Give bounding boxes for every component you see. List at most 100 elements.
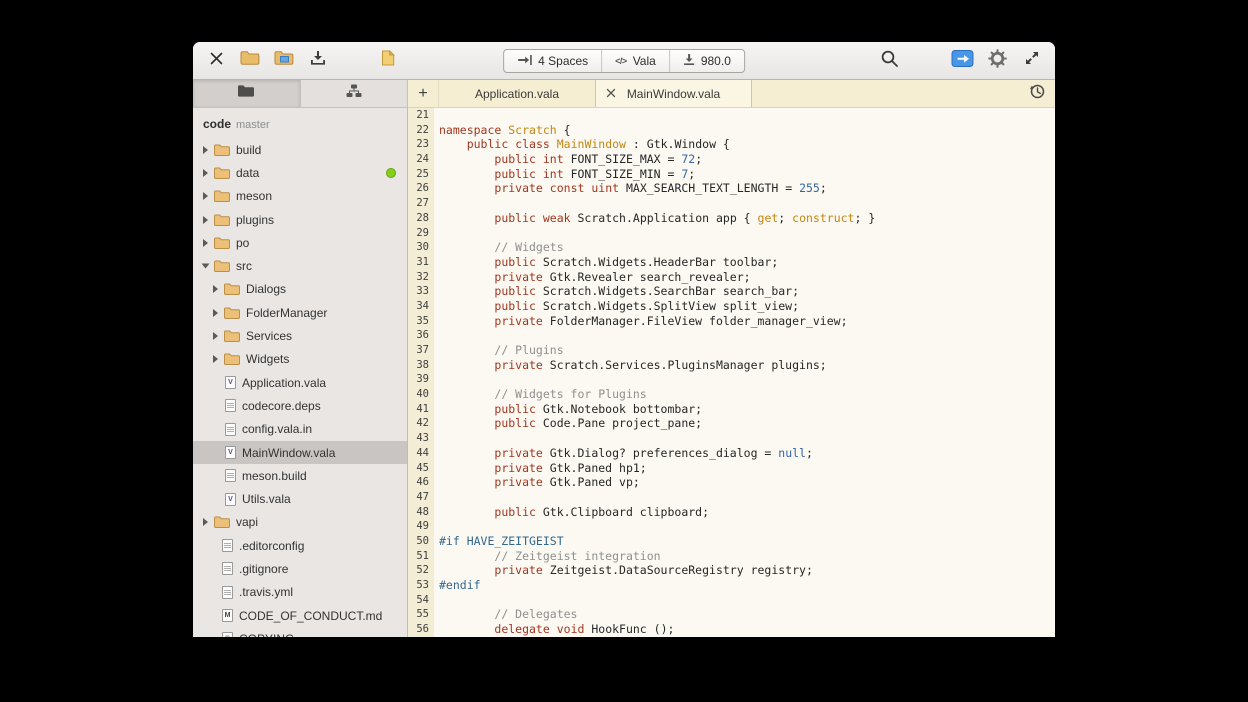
expand-arrow-icon[interactable] [213, 309, 218, 317]
goto-line-button[interactable]: 980.0 [670, 50, 744, 72]
indent-width-button[interactable]: 4 Spaces [504, 50, 602, 72]
tree-item-services[interactable]: Services [193, 324, 407, 347]
language-button[interactable]: </> Vala [602, 50, 670, 72]
tree-item--travis-yml[interactable]: .travis.yml [193, 581, 407, 604]
tree-item-config-vala-in[interactable]: config.vala.in [193, 418, 407, 441]
expand-arrow-icon[interactable] [203, 239, 208, 247]
open-file-button[interactable] [237, 48, 263, 74]
code-text [434, 490, 1055, 505]
fullscreen-button[interactable] [1019, 48, 1045, 74]
code-text: private Scratch.Services.PluginsManager … [434, 358, 1055, 373]
code-line[interactable]: 48 public Gtk.Clipboard clipboard; [408, 505, 1055, 520]
project-header[interactable]: codemaster [193, 108, 407, 138]
code-line[interactable]: 36 [408, 328, 1055, 343]
expand-arrow-icon[interactable] [213, 285, 218, 293]
close-icon [210, 52, 223, 70]
code-line[interactable]: 54 [408, 593, 1055, 608]
close-window-button[interactable] [203, 48, 229, 74]
tab-application-vala[interactable]: Application.vala [438, 80, 595, 107]
tree-item-widgets[interactable]: Widgets [193, 348, 407, 371]
code-area[interactable]: 2122namespace Scratch {23 public class M… [408, 108, 1055, 637]
tree-item-utils-vala[interactable]: VUtils.vala [193, 487, 407, 510]
code-line[interactable]: 23 public class MainWindow : Gtk.Window … [408, 137, 1055, 152]
tree-item-copying[interactable]: ©COPYING [193, 627, 407, 637]
code-line[interactable]: 40 // Widgets for Plugins [408, 387, 1055, 402]
history-button[interactable] [1027, 84, 1047, 104]
code-line[interactable]: 28 public weak Scratch.Application app {… [408, 211, 1055, 226]
expand-arrow-icon[interactable] [203, 169, 208, 177]
code-line[interactable]: 26 private const uint MAX_SEARCH_TEXT_LE… [408, 181, 1055, 196]
tree-item-data[interactable]: data [193, 161, 407, 184]
folder-icon [214, 144, 230, 156]
code-line[interactable]: 43 [408, 431, 1055, 446]
code-line[interactable]: 31 public Scratch.Widgets.HeaderBar tool… [408, 255, 1055, 270]
close-tab-button[interactable] [605, 88, 617, 100]
code-line[interactable]: 25 public int FONT_SIZE_MIN = 7; [408, 167, 1055, 182]
code-line[interactable]: 41 public Gtk.Notebook bottombar; [408, 402, 1055, 417]
code-line[interactable]: 56 delegate void HookFunc (); [408, 622, 1055, 637]
code-line[interactable]: 39 [408, 372, 1055, 387]
tree-item-plugins[interactable]: plugins [193, 208, 407, 231]
code-line[interactable]: 52 private Zeitgeist.DataSourceRegistry … [408, 563, 1055, 578]
tree-item-foldermanager[interactable]: FolderManager [193, 301, 407, 324]
code-line[interactable]: 50#if HAVE_ZEITGEIST [408, 534, 1055, 549]
code-line[interactable]: 55 // Delegates [408, 607, 1055, 622]
expand-arrow-icon[interactable] [203, 518, 208, 526]
tree-item-application-vala[interactable]: VApplication.vala [193, 371, 407, 394]
tree-item-vapi[interactable]: vapi [193, 511, 407, 534]
code-line[interactable]: 33 public Scratch.Widgets.SearchBar sear… [408, 284, 1055, 299]
expand-arrow-icon[interactable] [203, 192, 208, 200]
templates-button[interactable] [375, 48, 401, 74]
share-button[interactable] [949, 48, 975, 74]
code-line[interactable]: 51 // Zeitgeist integration [408, 549, 1055, 564]
code-line[interactable]: 34 public Scratch.Widgets.SplitView spli… [408, 299, 1055, 314]
folder-icon [214, 167, 230, 179]
code-line[interactable]: 29 [408, 226, 1055, 241]
open-project-button[interactable] [271, 48, 297, 74]
code-line[interactable]: 53#endif [408, 578, 1055, 593]
line-number: 31 [408, 255, 434, 270]
code-line[interactable]: 46 private Gtk.Paned vp; [408, 475, 1055, 490]
expand-arrow-icon[interactable] [203, 146, 208, 154]
code-line[interactable]: 37 // Plugins [408, 343, 1055, 358]
tree-item--editorconfig[interactable]: .editorconfig [193, 534, 407, 557]
new-tab-button[interactable]: + [408, 80, 438, 107]
expand-arrow-icon[interactable] [213, 332, 218, 340]
code-line[interactable]: 45 private Gtk.Paned hp1; [408, 461, 1055, 476]
search-button[interactable] [876, 48, 902, 74]
tree-item-po[interactable]: po [193, 231, 407, 254]
settings-button[interactable] [984, 48, 1010, 74]
code-line[interactable]: 49 [408, 519, 1055, 534]
code-line[interactable]: 21 [408, 108, 1055, 123]
files-view-toggle[interactable] [193, 80, 300, 107]
code-line[interactable]: 24 public int FONT_SIZE_MAX = 72; [408, 152, 1055, 167]
code-line[interactable]: 30 // Widgets [408, 240, 1055, 255]
language-label: Vala [633, 54, 656, 68]
code-text: delegate void HookFunc (); [434, 622, 1055, 637]
tree-item-meson-build[interactable]: meson.build [193, 464, 407, 487]
code-line[interactable]: 42 public Code.Pane project_pane; [408, 416, 1055, 431]
code-line[interactable]: 27 [408, 196, 1055, 211]
code-line[interactable]: 38 private Scratch.Services.PluginsManag… [408, 358, 1055, 373]
tree-item-build[interactable]: build [193, 138, 407, 161]
code-line[interactable]: 44 private Gtk.Dialog? preferences_dialo… [408, 446, 1055, 461]
tree-item-mainwindow-vala[interactable]: VMainWindow.vala [193, 441, 407, 464]
expand-arrow-icon[interactable] [213, 355, 218, 363]
tree-item-dialogs[interactable]: Dialogs [193, 278, 407, 301]
doc-file-icon [222, 539, 233, 552]
tree-item-codecore-deps[interactable]: codecore.deps [193, 394, 407, 417]
code-line[interactable]: 32 private Gtk.Revealer search_revealer; [408, 270, 1055, 285]
save-file-button[interactable] [305, 48, 331, 74]
tree-item--gitignore[interactable]: .gitignore [193, 557, 407, 580]
tree-item-code-of-conduct-md[interactable]: MCODE_OF_CONDUCT.md [193, 604, 407, 627]
code-line[interactable]: 22namespace Scratch { [408, 123, 1055, 138]
collapse-arrow-icon[interactable] [202, 264, 210, 269]
tab-mainwindow-vala[interactable]: MainWindow.vala [595, 80, 752, 107]
code-line[interactable]: 35 private FolderManager.FileView folder… [408, 314, 1055, 329]
folder-icon [214, 260, 230, 272]
tree-item-src[interactable]: src [193, 254, 407, 277]
outline-view-toggle[interactable] [300, 80, 408, 107]
tree-item-meson[interactable]: meson [193, 185, 407, 208]
expand-arrow-icon[interactable] [203, 216, 208, 224]
code-line[interactable]: 47 [408, 490, 1055, 505]
